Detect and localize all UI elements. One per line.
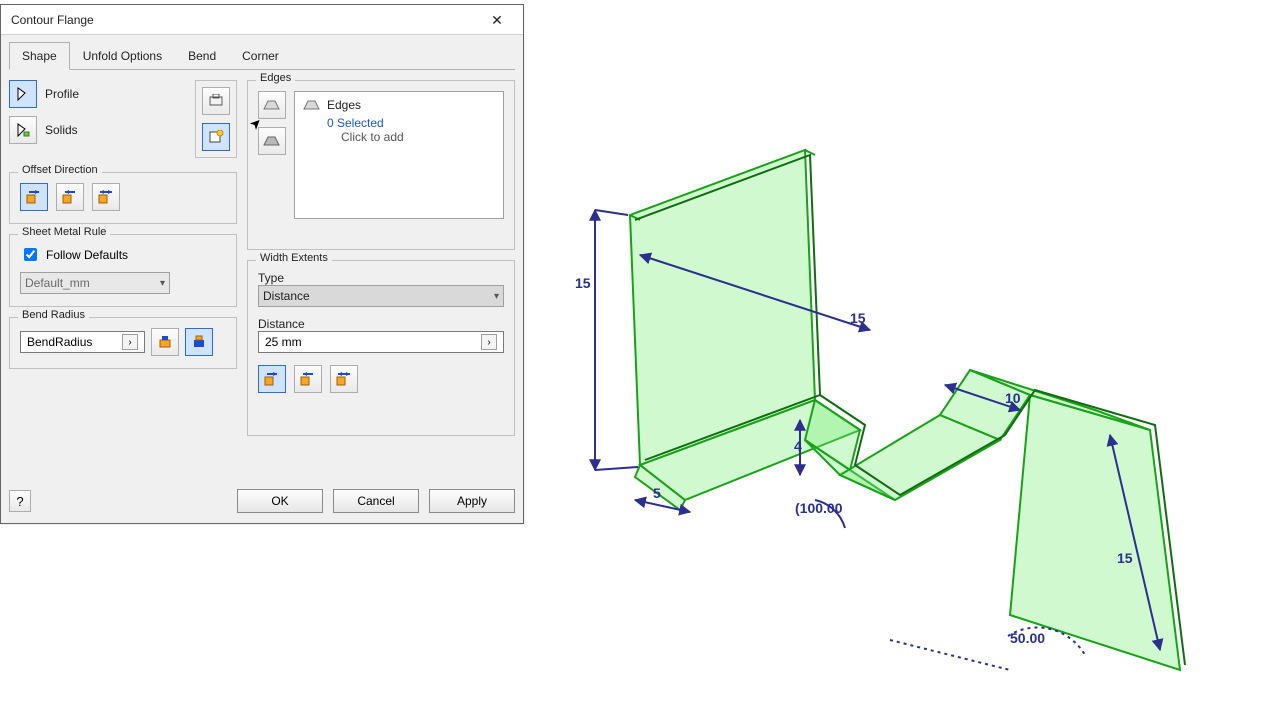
- width-dir-a-icon[interactable]: [258, 365, 286, 393]
- dim-15c: 15: [1117, 550, 1133, 566]
- bend-radius-opt-a-icon[interactable]: [151, 328, 179, 356]
- edges-selected-count: 0 Selected: [327, 116, 384, 130]
- type-combo[interactable]: Distance ▾: [258, 285, 504, 307]
- edges-header: Edges: [327, 98, 361, 112]
- offset-direction-legend: Offset Direction: [18, 164, 102, 176]
- sheet-metal-rule-legend: Sheet Metal Rule: [18, 226, 110, 238]
- rule-combo[interactable]: Default_mm ▾: [20, 272, 170, 294]
- model-viewport[interactable]: 15 15 4 10 5 15 (100.00 50.00: [540, 0, 1278, 699]
- follow-defaults-input[interactable]: [24, 248, 37, 261]
- solids-pick-icon[interactable]: [9, 116, 37, 144]
- width-dir-c-icon[interactable]: [330, 365, 358, 393]
- offset-dir-a-icon[interactable]: [20, 183, 48, 211]
- tab-unfold-options[interactable]: Unfold Options: [70, 42, 175, 70]
- titlebar: Contour Flange ✕: [1, 5, 523, 35]
- help-icon[interactable]: ?: [9, 490, 31, 512]
- bend-radius-opt-b-icon[interactable]: [185, 328, 213, 356]
- chevron-down-icon: ▾: [494, 291, 499, 302]
- apply-button[interactable]: Apply: [429, 489, 515, 513]
- dialog-title: Contour Flange: [11, 13, 94, 27]
- edge-icon: [303, 99, 321, 111]
- chevron-down-icon: ▾: [160, 278, 165, 289]
- offset-dir-c-icon[interactable]: [92, 183, 120, 211]
- type-label: Type: [258, 271, 504, 285]
- sheet-metal-rule-group: Sheet Metal Rule Follow Defaults Default…: [9, 234, 237, 307]
- contour-flange-dialog: Contour Flange ✕ Shape Unfold Options Be…: [0, 4, 524, 524]
- tabs: Shape Unfold Options Bend Corner: [9, 41, 515, 70]
- distance-label: Distance: [258, 317, 504, 331]
- follow-defaults-checkbox[interactable]: Follow Defaults: [20, 245, 226, 264]
- rule-value: Default_mm: [25, 276, 90, 290]
- dim-10: 10: [1005, 390, 1021, 406]
- ok-button[interactable]: OK: [237, 489, 323, 513]
- tab-shape[interactable]: Shape: [9, 42, 70, 70]
- distance-input[interactable]: 25 mm ›: [258, 331, 504, 353]
- dim-4: 4: [794, 438, 802, 454]
- follow-defaults-label: Follow Defaults: [46, 248, 128, 262]
- offset-dir-b-icon[interactable]: [56, 183, 84, 211]
- close-icon[interactable]: ✕: [479, 9, 515, 31]
- distance-value: 25 mm: [265, 335, 302, 349]
- profile-label: Profile: [45, 87, 79, 101]
- dim-15a: 15: [575, 275, 591, 291]
- body-style-b-icon[interactable]: [202, 123, 230, 151]
- cancel-button[interactable]: Cancel: [333, 489, 419, 513]
- edge-mode-a-icon[interactable]: [258, 91, 286, 119]
- dim-a50: 50.00: [1010, 630, 1045, 646]
- body-style-a-icon[interactable]: [202, 87, 230, 115]
- width-extents-group: Width Extents Type Distance ▾ Distance 2…: [247, 260, 515, 436]
- dialog-footer: ? OK Cancel Apply: [9, 487, 515, 515]
- edges-group: Edges: [247, 80, 515, 250]
- bend-radius-flyout-icon[interactable]: ›: [122, 334, 138, 350]
- edges-hint: Click to add: [341, 130, 495, 144]
- dim-a100: (100.00: [795, 500, 843, 516]
- offset-direction-group: Offset Direction: [9, 172, 237, 224]
- bend-radius-value: BendRadius: [27, 335, 92, 349]
- edge-mode-b-icon[interactable]: [258, 127, 286, 155]
- bend-radius-legend: Bend Radius: [18, 309, 89, 321]
- type-value: Distance: [263, 289, 310, 303]
- bend-radius-group: Bend Radius BendRadius ›: [9, 317, 237, 369]
- width-extents-legend: Width Extents: [256, 252, 332, 264]
- profile-pick-icon[interactable]: [9, 80, 37, 108]
- edges-selection-box[interactable]: Edges 0 Selected Click to add: [294, 91, 504, 219]
- solids-label: Solids: [45, 123, 78, 137]
- dim-5: 5: [653, 485, 661, 501]
- dim-15b: 15: [850, 310, 866, 326]
- tab-corner[interactable]: Corner: [229, 42, 292, 70]
- edges-legend: Edges: [256, 72, 295, 84]
- distance-flyout-icon[interactable]: ›: [481, 334, 497, 350]
- tab-bend[interactable]: Bend: [175, 42, 229, 70]
- bend-radius-input[interactable]: BendRadius ›: [20, 331, 145, 353]
- width-dir-b-icon[interactable]: [294, 365, 322, 393]
